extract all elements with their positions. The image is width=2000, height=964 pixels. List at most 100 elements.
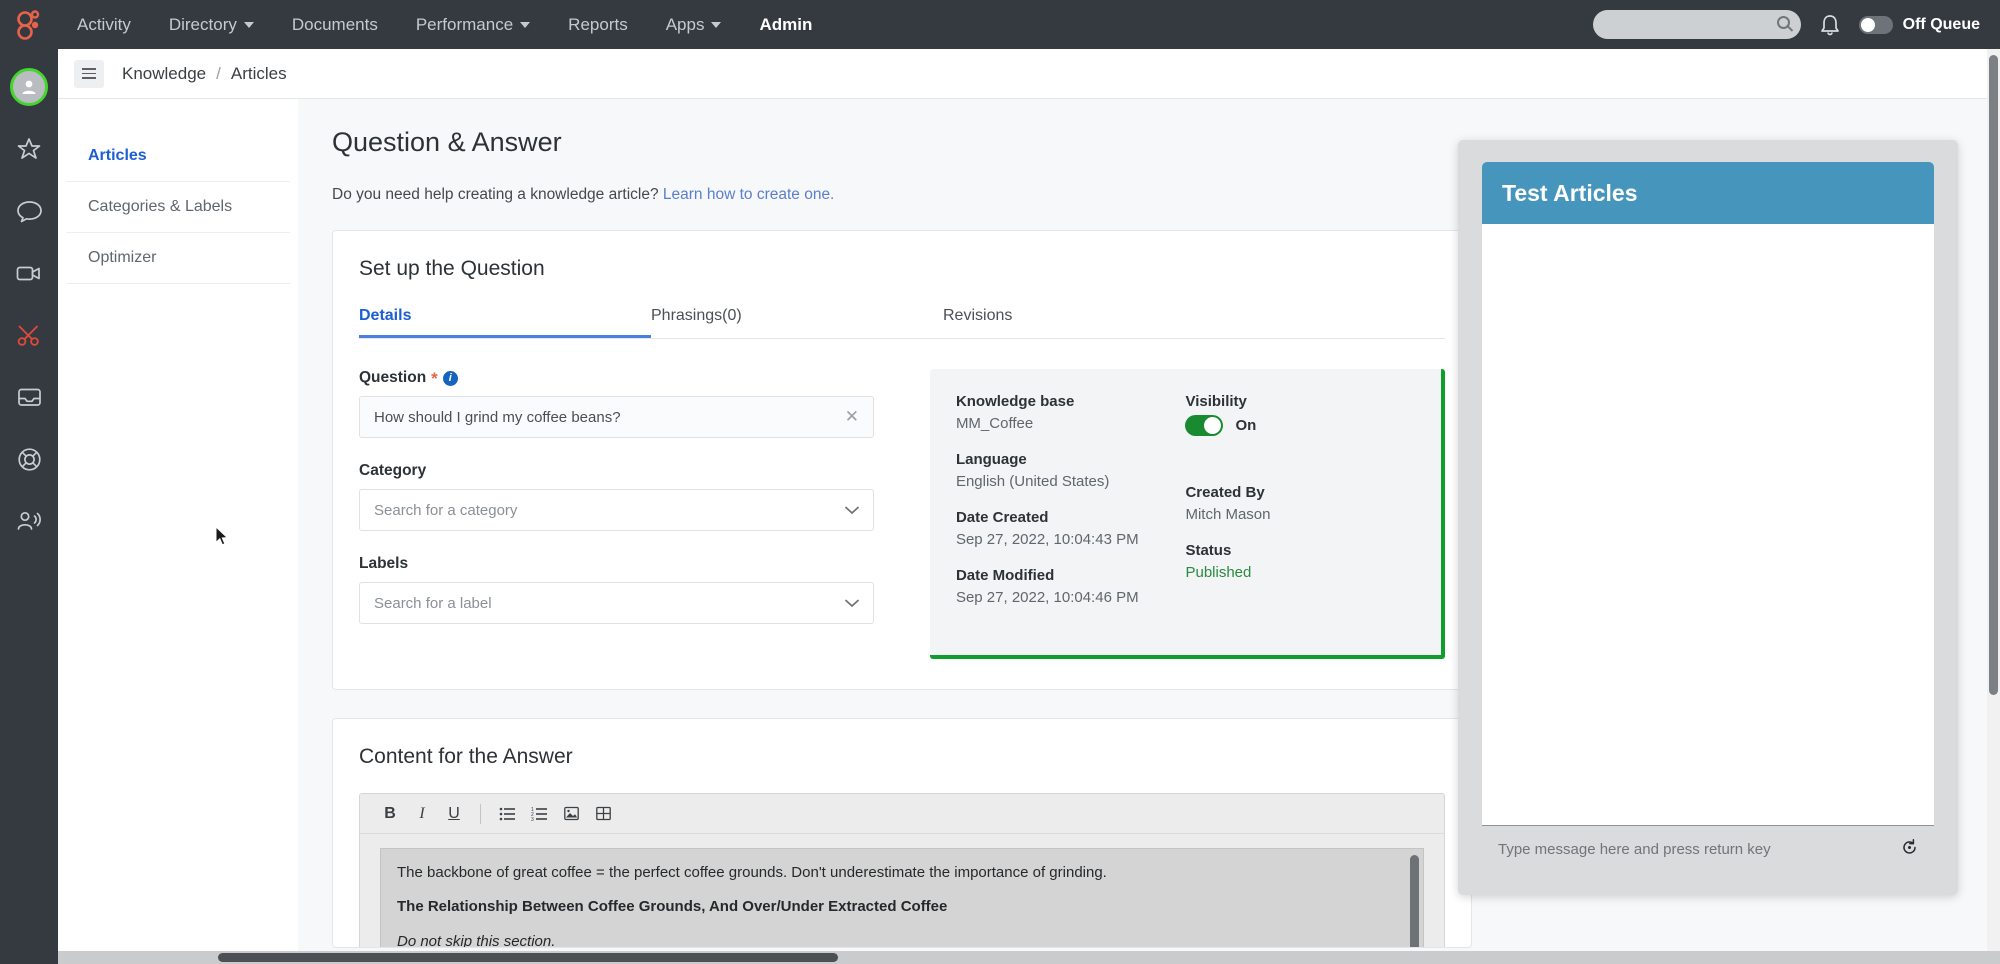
bullet-list-icon[interactable] (491, 799, 523, 829)
insert-table-icon[interactable] (587, 799, 619, 829)
category-field-label: Category (359, 462, 874, 480)
topnav-documents[interactable]: Documents (273, 0, 397, 49)
topnav-apps[interactable]: Apps (647, 0, 741, 49)
category-placeholder: Search for a category (374, 501, 518, 519)
notification-bell-icon[interactable] (1819, 13, 1841, 37)
editor-toolbar: B I U 1 2 3 (360, 794, 1444, 834)
category-select[interactable]: Search for a category (359, 489, 874, 531)
topnav-directory-label: Directory (168, 14, 237, 34)
editor-scrollbar-thumb[interactable] (1410, 855, 1419, 947)
labels-field-label: Labels (359, 555, 874, 573)
off-queue-label: Off Queue (1902, 15, 1980, 33)
visibility-label: Visibility (1185, 393, 1247, 410)
italic-icon[interactable]: I (406, 799, 438, 829)
chevron-down-icon (845, 595, 859, 612)
tab-revisions[interactable]: Revisions (943, 307, 1235, 338)
help-text: Do you need help creating a knowledge ar… (332, 186, 659, 203)
clear-x-icon[interactable]: ✕ (845, 407, 859, 427)
language-value: English (United States) (955, 473, 1110, 490)
page-horizontal-scrollbar-thumb[interactable] (218, 953, 838, 962)
topnav-admin-label: Admin (759, 14, 813, 34)
underline-icon[interactable]: U (438, 799, 470, 829)
sidebar-item-articles[interactable]: Articles (66, 131, 290, 182)
date-created-label: Date Created (955, 509, 1049, 526)
date-modified-value: Sep 27, 2022, 10:04:46 PM (955, 589, 1139, 606)
breadcrumb-knowledge[interactable]: Knowledge (122, 64, 206, 84)
topnav-directory[interactable]: Directory (150, 0, 273, 49)
rail-item-video[interactable] (9, 253, 49, 293)
page-horizontal-scrollbar[interactable] (58, 951, 2000, 964)
answer-card-heading: Content for the Answer (359, 745, 573, 768)
page-vertical-scrollbar-thumb[interactable] (1989, 55, 1998, 695)
topnav-activity-label: Activity (77, 14, 131, 34)
scissors-icon (17, 325, 39, 346)
labels-placeholder: Search for a label (374, 594, 492, 612)
global-search-input[interactable] (1592, 10, 1801, 39)
restart-icon[interactable] (1901, 839, 1918, 860)
kb-value: MM_Coffee (955, 415, 1034, 432)
article-metadata-panel: Knowledge base MM_Coffee Language Englis… (929, 369, 1445, 659)
visibility-value: On (1235, 417, 1257, 434)
topnav-activity[interactable]: Activity (58, 0, 150, 49)
learn-how-link[interactable]: Learn how to create one. (663, 186, 834, 203)
bold-icon[interactable]: B (374, 799, 406, 829)
rail-item-profile[interactable] (9, 67, 49, 107)
rail-item-favorites[interactable] (9, 129, 49, 169)
tab-details[interactable]: Details (359, 307, 651, 338)
question-input[interactable]: How should I grind my coffee beans? ✕ (359, 396, 874, 438)
editor-content[interactable]: The backbone of great coffee = the perfe… (380, 848, 1424, 947)
question-input-value: How should I grind my coffee beans? (374, 408, 621, 426)
sidebar-item-articles-label: Articles (88, 147, 147, 164)
editor-paragraph-1: The backbone of great coffee = the perfe… (397, 864, 1107, 881)
person-broadcast-icon (17, 511, 41, 530)
rail-item-inbox[interactable] (9, 377, 49, 417)
sidebar-item-optimizer[interactable]: Optimizer (66, 233, 290, 284)
chat-widget-header: Test Articles (1482, 162, 1934, 224)
topbar-right-cluster: Off Queue (1592, 10, 2000, 39)
top-navigation-bar: Activity Directory Documents Performance… (0, 0, 2000, 49)
info-icon[interactable]: i (442, 370, 458, 386)
topnav-documents-label: Documents (291, 14, 378, 34)
numbered-list-icon[interactable]: 1 2 3 (523, 799, 555, 829)
bold-glyph: B (384, 804, 396, 822)
topnav-performance-label: Performance (415, 14, 514, 34)
rail-item-chat[interactable] (9, 191, 49, 231)
lifebuoy-icon (17, 447, 41, 471)
question-field-label: Question * i (359, 369, 874, 387)
rail-item-support[interactable] (9, 439, 49, 479)
tab-phrasings[interactable]: Phrasings(0) (651, 307, 943, 338)
inbox-icon (17, 388, 41, 406)
question-label-text: Question (359, 369, 427, 386)
top-nav-items: Activity Directory Documents Performance… (58, 0, 831, 49)
breadcrumb-articles[interactable]: Articles (231, 64, 287, 84)
status-label: Status (1185, 542, 1232, 559)
breadcrumb: Knowledge / Articles (122, 64, 287, 84)
visibility-toggle[interactable]: On (1185, 415, 1415, 436)
sidebar-item-optimizer-label: Optimizer (88, 249, 157, 266)
chat-message-input[interactable]: Type message here and press return key (1482, 825, 1934, 873)
date-modified-label: Date Modified (955, 567, 1055, 584)
page-vertical-scrollbar[interactable] (1987, 49, 2000, 964)
created-by-label: Created By (1185, 484, 1265, 501)
topnav-apps-label: Apps (665, 14, 705, 34)
rail-item-clip[interactable] (9, 315, 49, 355)
sidebar-item-categories-labels[interactable]: Categories & Labels (66, 182, 290, 233)
sidebar-item-categories-labels-label: Categories & Labels (88, 198, 233, 215)
genesys-logo-icon[interactable] (0, 0, 58, 49)
topnav-admin[interactable]: Admin (740, 0, 831, 49)
question-tabs: Details Phrasings(0) Revisions (359, 307, 1445, 339)
labels-select[interactable]: Search for a label (359, 582, 874, 624)
labels-label-text: Labels (359, 555, 409, 572)
insert-image-icon[interactable] (555, 799, 587, 829)
rail-item-agent-assist[interactable] (9, 501, 49, 541)
category-label-text: Category (359, 462, 427, 479)
off-queue-toggle[interactable]: Off Queue (1858, 15, 1980, 34)
topnav-reports[interactable]: Reports (549, 0, 647, 49)
hamburger-menu-icon[interactable] (74, 59, 104, 88)
left-icon-rail (0, 49, 58, 964)
topnav-performance[interactable]: Performance (397, 0, 549, 49)
chevron-down-icon (520, 21, 531, 28)
visibility-toggle-knob (1204, 417, 1222, 434)
language-label: Language (955, 451, 1027, 468)
question-card-heading: Set up the Question (359, 257, 545, 280)
